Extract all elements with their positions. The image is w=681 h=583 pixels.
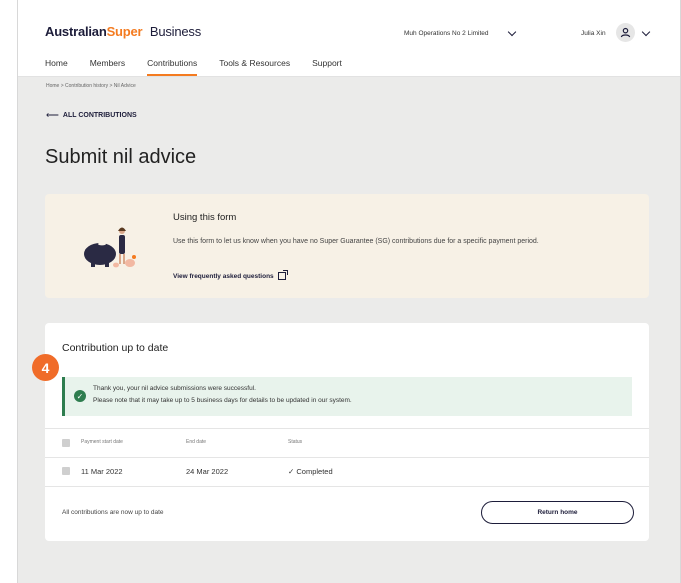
user-name[interactable]: Julia Xin [581, 30, 606, 37]
column-header-start-date: Payment start date [81, 439, 123, 445]
main-nav: Home Members Contributions Tools & Resou… [45, 58, 364, 76]
logo-text-business: Business [149, 24, 201, 39]
nav-item-members[interactable]: Members [90, 58, 125, 76]
user-icon [620, 27, 631, 38]
row-checkbox[interactable] [62, 467, 70, 475]
success-message-line2: Please note that it may take up to 5 bus… [93, 397, 352, 404]
footer-status-text: All contributions are now up to date [62, 509, 164, 516]
nav-item-support[interactable]: Support [312, 58, 342, 76]
logo-text-australian: Australian [45, 24, 107, 39]
nav-item-contributions[interactable]: Contributions [147, 58, 198, 76]
step-number-badge: 4 [32, 354, 59, 381]
column-header-end-date: End date [186, 439, 207, 445]
card-title: Contribution up to date [62, 342, 169, 354]
select-all-checkbox[interactable] [62, 439, 70, 447]
check-circle-icon: ✓ [74, 390, 86, 402]
contributions-table: Payment start date End date Status 11 Ma… [45, 428, 649, 487]
breadcrumb[interactable]: Home > Contribution history > Nil Advice [46, 83, 136, 89]
info-body: Use this form to let us know when you ha… [173, 238, 539, 245]
avatar[interactable] [616, 23, 635, 42]
cell-status: ✓ Completed [288, 467, 333, 476]
column-header-status: Status [288, 439, 303, 445]
info-card: Using this form Use this form to let us … [45, 194, 649, 298]
return-home-button[interactable]: Return home [481, 501, 634, 524]
back-link-label: ALL CONTRIBUTIONS [62, 112, 137, 119]
back-link[interactable]: ⟵ ALL CONTRIBUTIONS [46, 110, 137, 121]
brand-logo[interactable]: AustralianSuper Business [45, 24, 201, 39]
table-row: 11 Mar 2022 24 Mar 2022 ✓ Completed [45, 458, 649, 487]
nav-item-home[interactable]: Home [45, 58, 68, 76]
faq-link[interactable]: View frequently asked questions [173, 270, 288, 280]
top-header: AustralianSuper Business Muh Operations … [18, 0, 680, 77]
table-header: Payment start date End date Status [45, 428, 649, 458]
chevron-down-icon[interactable] [507, 27, 517, 37]
contribution-card: Contribution up to date ✓ Thank you, you… [45, 323, 649, 541]
logo-text-super: Super [106, 24, 143, 39]
chevron-down-icon[interactable] [641, 27, 651, 37]
arrow-left-icon: ⟵ [46, 110, 59, 120]
organisation-selector[interactable]: Muh Operations No 2 Limited [404, 30, 489, 37]
cell-end-date: 24 Mar 2022 [186, 467, 229, 476]
external-link-icon [277, 270, 288, 280]
page-title: Submit nil advice [45, 146, 197, 168]
success-message-line1: Thank you, your nil advice submissions w… [93, 385, 256, 392]
info-title: Using this form [173, 212, 237, 223]
piggy-bank-illustration-icon [84, 227, 136, 268]
app-frame: AustralianSuper Business Muh Operations … [17, 0, 681, 583]
nav-item-tools-resources[interactable]: Tools & Resources [219, 58, 290, 76]
cell-start-date: 11 Mar 2022 [81, 467, 123, 476]
faq-link-label: View frequently asked questions [173, 272, 274, 280]
success-alert: ✓ Thank you, your nil advice submissions… [62, 377, 632, 416]
